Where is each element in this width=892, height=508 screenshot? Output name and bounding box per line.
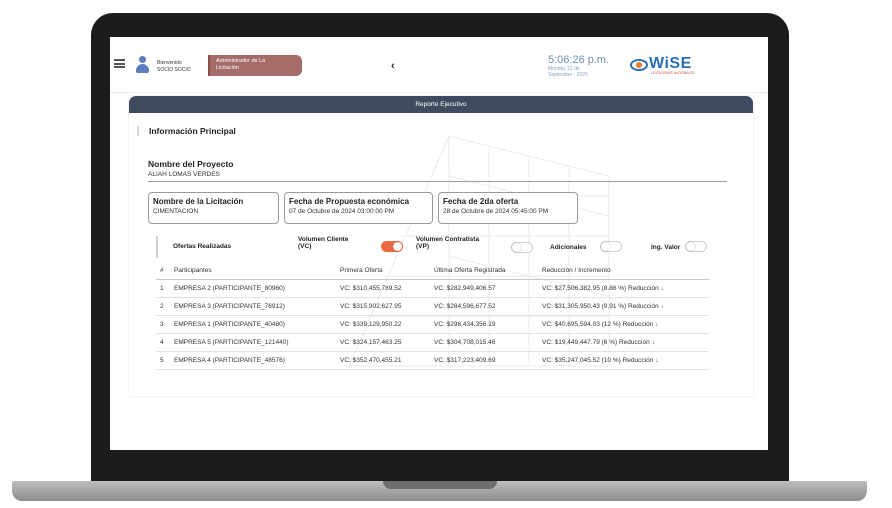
- change-cell: VC: $35,247,045.52 (10 %) Reducción ↓: [538, 351, 709, 370]
- row-number: 4: [156, 333, 170, 352]
- col-header-change: Reducción / Incremento: [538, 263, 709, 280]
- last-offer-cell: VC: $317,223,409.69: [430, 351, 538, 370]
- first-offer-cell: VC: $324,157,463.25: [336, 333, 430, 352]
- additionals-toggle[interactable]: [600, 241, 622, 252]
- arrow-down-icon: ↓: [660, 302, 664, 310]
- user-name: SOCIO SOCIO: [157, 67, 191, 73]
- clock: 5:06:26 p.m. Monday 22 de September , 20…: [548, 54, 609, 78]
- change-cell: VC: $31,305,950.43 (9.91 %) Reducción ↓: [538, 297, 709, 316]
- table-row[interactable]: 3 EMPRESA 1 (PARTICIPANTE_40480) VC: $33…: [156, 315, 709, 334]
- value-engineering-toggle[interactable]: [685, 241, 707, 252]
- col-header-number: #: [156, 263, 170, 280]
- welcome-label: Bienvenido: [157, 60, 182, 66]
- table-row[interactable]: 1 EMPRESA 2 (PARTICIPANTE_80960) VC: $31…: [156, 279, 709, 298]
- economic-proposal-date-card: Fecha de Propuesta económica 07 de Octub…: [284, 192, 433, 224]
- col-header-participants: Participantes: [170, 263, 336, 280]
- last-offer-cell: VC: $298,434,356.19: [430, 315, 538, 334]
- second-offer-date-card: Fecha de 2da oferta 28 de Octubre de 202…: [438, 192, 578, 224]
- offers-made-label: Ofertas Realizadas: [173, 243, 232, 250]
- change-cell: VC: $27,506,382.95 (8.86 %) Reducción ↓: [538, 279, 709, 298]
- row-number: 5: [156, 351, 170, 370]
- laptop-notch: [383, 481, 497, 489]
- table-header-row: # Participantes Primera Oferta Última Of…: [156, 263, 709, 280]
- first-offer-cell: VC: $352,470,455.21: [336, 351, 430, 370]
- col-header-last-offer: Última Oferta Registrada: [430, 263, 538, 280]
- role-line-1: Administrador de La: [216, 58, 266, 64]
- change-cell: VC: $40,695,594.03 (12 %) Reducción ↓: [538, 315, 709, 334]
- row-number: 3: [156, 315, 170, 334]
- arrow-down-icon: ↓: [655, 356, 659, 364]
- tender-name-card: Nombre de la Licitación CIMENTACION: [148, 192, 279, 224]
- last-offer-cell: VC: $282,949,406.57: [430, 279, 538, 298]
- tender-name-value: CIMENTACION: [153, 208, 199, 215]
- arrow-down-icon: ↓: [655, 320, 659, 328]
- project-name: ALIAH LOMAS VERDES: [148, 171, 220, 178]
- arrow-down-icon: ↓: [660, 284, 664, 292]
- participant-cell: EMPRESA 5 (PARTICIPANTE_121440): [170, 333, 336, 352]
- participant-cell: EMPRESA 3 (PARTICIPANTE_76912): [170, 297, 336, 316]
- main-info-title: Información Principal: [149, 126, 236, 136]
- main-info-section: Información Principal: [137, 126, 236, 136]
- clock-date-line-2: September , 2025: [548, 72, 588, 78]
- contractor-volume-toggle[interactable]: [511, 242, 533, 253]
- change-cell: VC: $19,449,447.79 (6 %) Reducción ↓: [538, 333, 709, 352]
- table-row[interactable]: 4 EMPRESA 5 (PARTICIPANTE_121440) VC: $3…: [156, 333, 709, 352]
- client-volume-toggle[interactable]: [381, 241, 403, 252]
- economic-proposal-date-label: Fecha de Propuesta económica: [289, 197, 410, 206]
- first-offer-cell: VC: $310,455,789.52: [336, 279, 430, 298]
- laptop-mockup: Bienvenido SOCIO SOCIO Administrador de …: [0, 0, 892, 508]
- participant-cell: EMPRESA 1 (PARTICIPANTE_40480): [170, 315, 336, 334]
- arrow-down-icon: ↓: [651, 338, 655, 346]
- offers-table: # Participantes Primera Oferta Última Of…: [156, 263, 709, 370]
- wise-logo: WiSE LICITACIONES NACIONALES: [630, 55, 700, 76]
- row-number: 2: [156, 297, 170, 316]
- role-line-2: Licitación: [216, 65, 239, 71]
- participant-cell: EMPRESA 2 (PARTICIPANTE_80960): [170, 279, 336, 298]
- participant-cell: EMPRESA 4 (PARTICIPANTE_48576): [170, 351, 336, 370]
- chevron-left-icon[interactable]: ‹: [391, 60, 395, 72]
- first-offer-cell: VC: $339,129,950.22: [336, 315, 430, 334]
- report-title: Reporte Ejecutivo: [129, 96, 753, 113]
- offers-filter-bar: Ofertas Realizadas Volumen Cliente (VC) …: [156, 236, 726, 258]
- executive-report: Reporte Ejecutivo Información Principal …: [129, 96, 753, 396]
- user-icon[interactable]: [135, 55, 150, 74]
- row-number: 1: [156, 279, 170, 298]
- client-volume-label: Volumen Cliente (VC): [298, 236, 349, 250]
- economic-proposal-date-value: 07 de Octubre de 2024 03:00:00 PM: [289, 208, 395, 215]
- additionals-label: Adicionales: [550, 244, 587, 251]
- app-screen: Bienvenido SOCIO SOCIO Administrador de …: [110, 37, 768, 450]
- section-divider: [148, 181, 727, 182]
- clock-time: 5:06:26 p.m.: [548, 54, 610, 66]
- table-row[interactable]: 5 EMPRESA 4 (PARTICIPANTE_48576) VC: $35…: [156, 351, 709, 370]
- welcome-text: Bienvenido SOCIO SOCIO: [157, 60, 191, 74]
- last-offer-cell: VC: $304,708,015.46: [430, 333, 538, 352]
- second-offer-date-label: Fecha de 2da oferta: [443, 197, 519, 206]
- first-offer-cell: VC: $315,902,627.95: [336, 297, 430, 316]
- logo-tagline: LICITACIONES NACIONALES: [651, 71, 695, 75]
- col-header-first-offer: Primera Oferta: [336, 263, 430, 280]
- contractor-volume-label: Volumen Contratista (VP): [416, 236, 480, 250]
- second-offer-date-value: 28 de Octubre de 2024 05:45:00 PM: [443, 208, 549, 215]
- top-bar: Bienvenido SOCIO SOCIO Administrador de …: [110, 37, 768, 93]
- value-engineering-label: Ing. Valor: [651, 244, 681, 251]
- hamburger-icon[interactable]: [114, 59, 125, 68]
- tender-name-label: Nombre de la Licitación: [153, 197, 244, 206]
- last-offer-cell: VC: $284,596,677.52: [430, 297, 538, 316]
- project-label: Nombre del Proyecto: [148, 159, 234, 169]
- role-badge: Administrador de La Licitación: [208, 55, 302, 76]
- table-row[interactable]: 2 EMPRESA 3 (PARTICIPANTE_76912) VC: $31…: [156, 297, 709, 316]
